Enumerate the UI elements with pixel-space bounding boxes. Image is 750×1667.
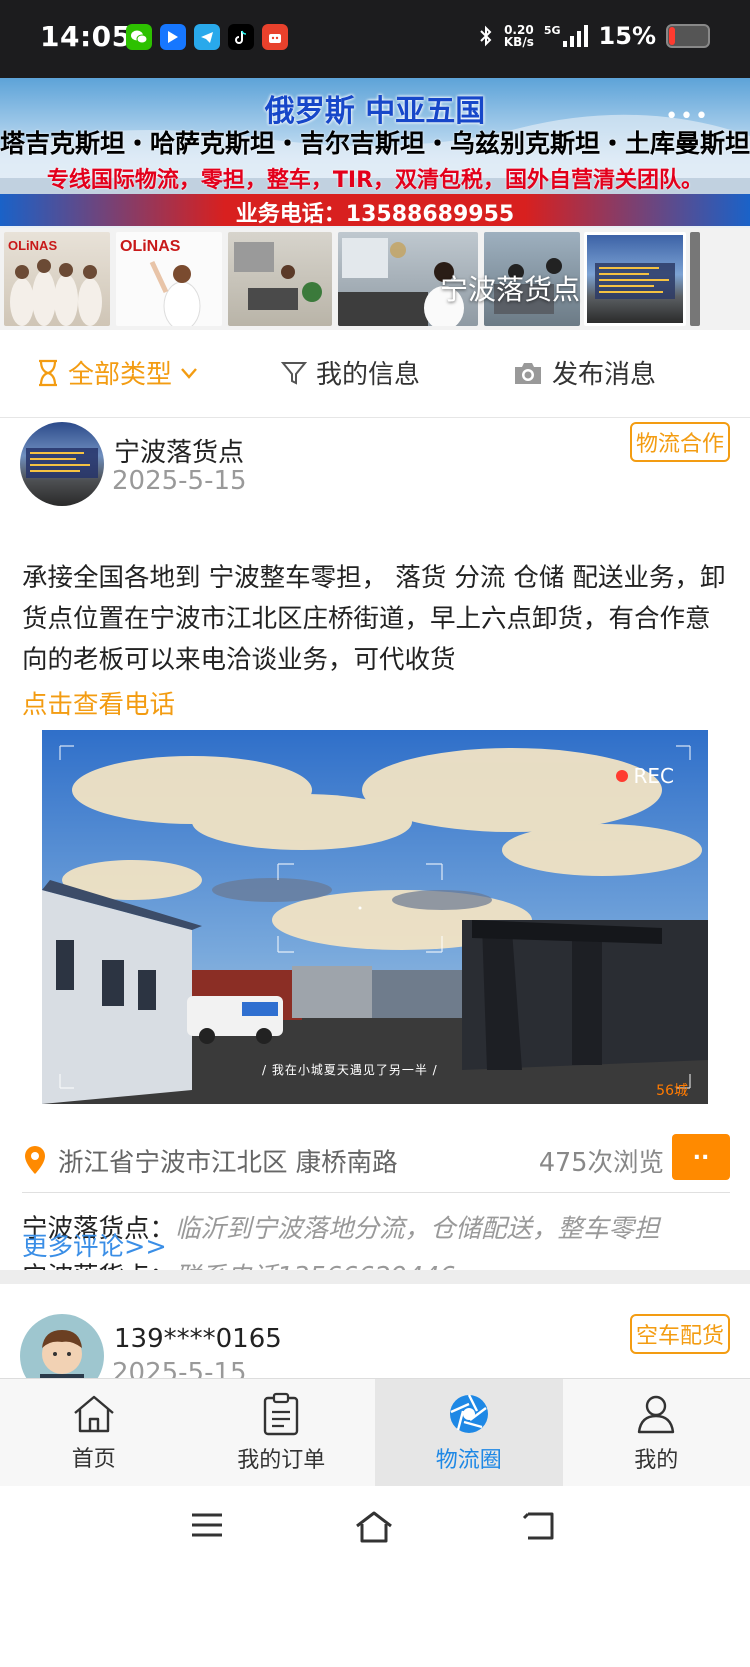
telegram-icon — [194, 24, 220, 50]
clipboard-icon — [264, 1392, 299, 1435]
post-image-scene — [42, 730, 708, 1104]
hourglass-icon — [39, 359, 57, 386]
system-nav-bar — [0, 1486, 750, 1667]
nav-me-label: 我的 — [634, 1447, 679, 1473]
net-speed: 0.20 KB/s — [504, 24, 534, 48]
post-card: 宁波落货点 2025-5-15 物流合作 承接全国各地到 宁波整车零担， 落货 … — [0, 418, 750, 1292]
post-avatar[interactable] — [20, 422, 104, 506]
view-phone-link[interactable]: 点击查看电话 — [22, 684, 175, 721]
home-icon — [73, 1395, 114, 1432]
location-pin-icon — [25, 1146, 45, 1174]
selected-photo[interactable] — [584, 232, 686, 326]
nav-home-label: 首页 — [71, 1446, 116, 1472]
aperture-icon — [449, 1393, 488, 1433]
office-photo-1[interactable] — [228, 232, 332, 326]
filter-my-info[interactable]: 我的信息 — [280, 354, 420, 391]
banner-services: 专线国际物流，零担，整车，TIR，双清包税，国外自营清关团队。 — [46, 168, 704, 193]
bottom-nav: 首页 我的订单 物流圈 我的 — [0, 1378, 750, 1486]
battery-icon — [666, 24, 710, 48]
nav-home[interactable]: 首页 — [0, 1379, 188, 1486]
back-button[interactable] — [522, 1510, 558, 1548]
post-avatar[interactable] — [20, 1314, 104, 1378]
nav-my-orders-label: 我的订单 — [237, 1447, 326, 1473]
comment-text: 临沂到宁波落地分流，仓储配送，整车零担 — [175, 1214, 660, 1244]
post-category-tag: 空车配货 — [629, 1314, 730, 1354]
bluetooth-icon — [480, 25, 492, 47]
post-card: 139****0165 2025-5-15 空车配货 — [0, 1284, 750, 1378]
nav-logistics-circle-label: 物流圈 — [435, 1447, 502, 1473]
filter-all-types[interactable]: 全部类型 — [36, 354, 198, 391]
chevron-down-icon — [181, 367, 197, 379]
location-text: 浙江省宁波市江北区 康桥南路 — [58, 1148, 398, 1178]
filter-bar: 全部类型 我的信息 发布消息 — [0, 330, 750, 418]
nav-my-orders[interactable]: 我的订单 — [188, 1379, 376, 1486]
rec-indicator: REC — [615, 764, 675, 788]
banner-more-icon[interactable]: ••• — [665, 104, 710, 129]
signal-icon — [562, 25, 588, 47]
net-speed-unit: KB/s — [503, 35, 534, 49]
team-photo-2[interactable]: OLiNAS — [116, 232, 222, 326]
filter-funnel-icon — [280, 361, 308, 385]
status-right: 0.20 KB/s 5G 15% — [478, 22, 710, 50]
post-separator — [0, 1270, 750, 1284]
publish-message-label: 发布消息 — [552, 360, 657, 390]
rec-label: REC — [633, 764, 675, 788]
post-author[interactable]: 宁波落货点 — [114, 432, 244, 469]
default-avatar-icon — [40, 1330, 84, 1378]
post-more-button[interactable]: .. — [672, 1134, 730, 1180]
back-icon — [522, 1512, 554, 1540]
more-comments-link[interactable]: 更多评论>> — [22, 1226, 167, 1263]
divider — [22, 1192, 730, 1193]
image-watermark: 56城 — [656, 1083, 688, 1099]
notification-icons — [126, 24, 288, 50]
photo-strip[interactable]: OLiNAS OLiNAS 宁波落货点 — [0, 228, 750, 330]
nav-logistics-circle[interactable]: 物流圈 — [375, 1379, 563, 1486]
post-body: 承接全国各地到 宁波整车零担， 落货 分流 仓储 配送业务，卸货点位置在宁波市江… — [22, 563, 726, 675]
post-date: 2025-5-15 — [112, 1358, 247, 1378]
photo-edge — [690, 232, 700, 326]
post-category-tag: 物流合作 — [629, 422, 730, 462]
team-photo-1[interactable]: OLiNAS — [4, 232, 110, 326]
filter-all-types-label: 全部类型 — [68, 360, 173, 390]
menu-button[interactable] — [190, 1510, 224, 1544]
app-blue-icon — [160, 24, 186, 50]
tiktok-icon — [228, 24, 254, 50]
location-row: 浙江省宁波市江北区 康桥南路 475次浏览 .. — [22, 1134, 730, 1182]
view-count: 475次浏览 — [538, 1148, 664, 1178]
battery-percent: 15% — [598, 22, 656, 50]
wechat-icon — [126, 24, 152, 50]
banner-countries: 塔吉克斯坦・哈萨克斯坦・吉尔吉斯坦・乌兹别克斯坦・土库曼斯坦 — [0, 129, 750, 158]
nav-me[interactable]: 我的 — [563, 1379, 750, 1486]
image-caption: / 我在小城夏天遇见了另一半 / — [262, 1063, 438, 1077]
ad-banner[interactable]: 俄罗斯 中亚五国 塔吉克斯坦・哈萨克斯坦・吉尔吉斯坦・乌兹别克斯坦・土库曼斯坦 … — [0, 78, 750, 228]
post-author[interactable]: 139****0165 — [114, 1324, 282, 1354]
strip-caption: 宁波落货点 — [440, 273, 581, 306]
system-home-icon — [356, 1511, 392, 1543]
network-type: 5G — [543, 24, 561, 37]
post-date: 2025-5-15 — [112, 466, 247, 496]
publish-message-button[interactable]: 发布消息 — [512, 354, 656, 391]
app-red-icon — [262, 24, 288, 50]
menu-icon — [192, 1513, 222, 1537]
camera-icon — [515, 362, 541, 384]
status-time: 14:05 — [40, 20, 132, 53]
status-bar: 14:05 0.20 KB/s 5G 15% — [0, 0, 750, 78]
user-icon — [638, 1395, 675, 1433]
banner-phone: 业务电话：13588689955 — [235, 202, 515, 227]
system-home-button[interactable] — [354, 1510, 394, 1548]
filter-my-info-label: 我的信息 — [316, 360, 421, 390]
post-image[interactable]: REC / 我在小城夏天遇见了另一半 / 56城 — [42, 730, 708, 1104]
rec-dot-icon — [615, 770, 628, 782]
